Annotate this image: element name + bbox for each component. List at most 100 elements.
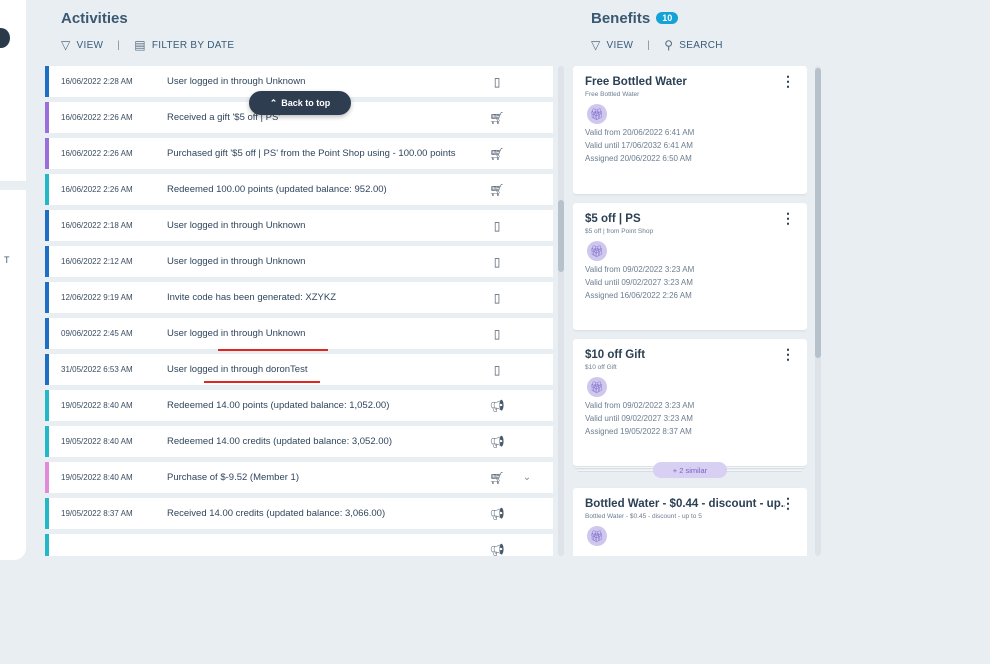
activity-row[interactable]: 16/06/2022 2:26 AM Redeemed 100.00 points… xyxy=(45,174,553,205)
megaphone-icon: 📢︎ xyxy=(489,506,505,521)
separator: | xyxy=(647,39,651,51)
activities-scrollbar[interactable] xyxy=(558,66,564,556)
activity-date: 19/05/2022 8:40 AM xyxy=(61,473,133,482)
benefit-subtitle: $10 off Gift xyxy=(585,364,617,371)
activity-row[interactable]: 19/05/2022 8:37 AM Received 14.00 credits… xyxy=(45,498,553,529)
activities-title: Activities xyxy=(61,10,128,27)
chevron-up-icon: ⌃ xyxy=(269,97,278,108)
benefit-assigned: Assigned 19/05/2022 8:37 AM xyxy=(585,427,692,436)
activity-date: 16/06/2022 2:18 AM xyxy=(61,221,133,230)
benefit-subtitle: $5 off | from Point Shop xyxy=(585,228,654,235)
activity-description: Received 14.00 credits (updated balance:… xyxy=(167,508,386,519)
activity-row[interactable]: 19/05/2022 8:40 AM Redeemed 14.00 points … xyxy=(45,390,553,421)
benefits-scrollbar-thumb[interactable] xyxy=(815,68,821,358)
activity-date: 16/06/2022 2:26 AM xyxy=(61,149,133,158)
benefit-valid-from: Valid from 09/02/2022 3:23 AM xyxy=(585,265,695,274)
benefit-card[interactable]: Bottled Water - $0.44 - discount - up...… xyxy=(573,488,807,556)
benefit-card[interactable]: $10 off Gift $10 off Gift 🎁︎ Valid from … xyxy=(573,339,807,466)
filter-icon[interactable]: ▽ xyxy=(61,38,71,52)
back-to-top-button[interactable]: ⌃ Back to top xyxy=(249,91,351,115)
benefit-card[interactable]: Free Bottled Water Free Bottled Water 🎁︎… xyxy=(573,66,807,194)
activity-description: User logged in through doronTest xyxy=(167,364,308,375)
activity-date: 19/05/2022 8:40 AM xyxy=(61,401,133,410)
phone-icon: ▯ xyxy=(493,74,501,89)
phone-icon: ▯ xyxy=(493,326,501,341)
view-button[interactable]: VIEW xyxy=(607,40,634,51)
separator: | xyxy=(117,39,121,51)
activities-toolbar: ▽ VIEW | ▤ FILTER BY DATE xyxy=(61,38,234,52)
cart-icon: 🛒︎ xyxy=(489,146,505,161)
activity-description: User logged in through Unknown xyxy=(167,328,306,339)
activities-scrollbar-thumb[interactable] xyxy=(558,200,564,272)
benefit-subtitle: Bottled Water - $0.45 - discount - up to… xyxy=(585,513,702,520)
activity-row[interactable]: 16/06/2022 2:26 AM Purchased gift '$5 off… xyxy=(45,138,553,169)
search-icon[interactable]: ⚲ xyxy=(664,38,673,52)
activity-row[interactable]: 09/06/2022 2:45 AM User logged in through… xyxy=(45,318,553,349)
annotation-underline xyxy=(204,381,320,383)
benefit-assigned: Assigned 16/06/2022 2:26 AM xyxy=(585,291,692,300)
benefit-valid-until: Valid until 09/02/2027 3:23 AM xyxy=(585,278,693,287)
phone-icon: ▯ xyxy=(493,218,501,233)
activity-description: Redeemed 14.00 credits (updated balance:… xyxy=(167,436,392,447)
phone-icon: ▯ xyxy=(493,362,501,377)
benefit-title: $5 off | PS xyxy=(585,213,641,225)
activity-description: Invite code has been generated: XZYKZ xyxy=(167,292,336,303)
more-options-icon[interactable]: ⋮ xyxy=(781,74,795,88)
more-options-icon[interactable]: ⋮ xyxy=(781,347,795,361)
annotation-underline xyxy=(218,349,328,351)
filter-icon[interactable]: ▽ xyxy=(591,38,601,52)
benefit-valid-until: Valid until 17/06/2032 6:41 AM xyxy=(585,141,693,150)
benefit-assigned: Assigned 20/06/2022 6:50 AM xyxy=(585,154,692,163)
left-panel-partial-text: T xyxy=(4,255,10,265)
activities-list[interactable]: 16/06/2022 2:28 AM User logged in through… xyxy=(45,66,553,556)
benefits-list[interactable]: Free Bottled Water Free Bottled Water 🎁︎… xyxy=(573,66,807,556)
divider xyxy=(0,181,26,190)
search-button[interactable]: SEARCH xyxy=(679,40,722,51)
gift-icon: 🎁︎ xyxy=(587,377,607,397)
activity-row[interactable]: 12/06/2022 9:19 AM Invite code has been g… xyxy=(45,282,553,313)
activity-date: 12/06/2022 9:19 AM xyxy=(61,293,133,302)
activity-row[interactable]: 19/05/2022 8:40 AM Purchase of $-9.52 (Me… xyxy=(45,462,553,493)
benefit-valid-from: Valid from 20/06/2022 6:41 AM xyxy=(585,128,695,137)
filter-by-date-button[interactable]: FILTER BY DATE xyxy=(152,40,235,51)
activity-description: User logged in through Unknown xyxy=(167,256,306,267)
activity-date: 16/06/2022 2:26 AM xyxy=(61,185,133,194)
benefits-title-text: Benefits xyxy=(591,10,651,27)
cart-icon: 🛒︎ xyxy=(489,182,505,197)
chevron-down-icon[interactable]: ⌄ xyxy=(512,472,542,483)
collapse-toggle-button[interactable] xyxy=(0,28,10,48)
more-options-icon[interactable]: ⋮ xyxy=(781,211,795,225)
phone-icon: ▯ xyxy=(493,254,501,269)
benefit-valid-from: Valid from 09/02/2022 3:23 AM xyxy=(585,401,695,410)
benefits-toolbar: ▽ VIEW | ⚲ SEARCH xyxy=(591,38,723,52)
benefit-subtitle: Free Bottled Water xyxy=(585,91,640,98)
view-button[interactable]: VIEW xyxy=(77,40,104,51)
activity-description: Redeemed 100.00 points (updated balance:… xyxy=(167,184,387,195)
activity-description: User logged in through Unknown xyxy=(167,220,306,231)
activity-date: 16/06/2022 2:28 AM xyxy=(61,77,133,86)
benefit-card[interactable]: $5 off | PS $5 off | from Point Shop 🎁︎ … xyxy=(573,203,807,330)
similar-benefits-button[interactable]: + 2 similar xyxy=(653,462,727,478)
benefit-title: $10 off Gift xyxy=(585,349,646,361)
activity-description: Redeemed 14.00 points (updated balance: … xyxy=(167,400,390,411)
activity-row[interactable]: 16/06/2022 2:12 AM User logged in through… xyxy=(45,246,553,277)
calendar-icon[interactable]: ▤ xyxy=(134,38,146,52)
gift-icon: 🎁︎ xyxy=(587,526,607,546)
activity-row[interactable]: 📢︎ xyxy=(45,534,553,556)
benefit-title: Bottled Water - $0.44 - discount - up... xyxy=(585,498,785,510)
activity-row[interactable]: 19/05/2022 8:40 AM Redeemed 14.00 credits… xyxy=(45,426,553,457)
activity-date: 09/06/2022 2:45 AM xyxy=(61,329,133,338)
activity-description: User logged in through Unknown xyxy=(167,76,306,87)
back-to-top-label: Back to top xyxy=(281,98,331,108)
activity-date: 31/05/2022 6:53 AM xyxy=(61,365,133,374)
more-options-icon[interactable]: ⋮ xyxy=(781,496,795,510)
activity-description: Purchased gift '$5 off | PS' from the Po… xyxy=(167,148,456,159)
activity-row[interactable]: 16/06/2022 2:18 AM User logged in through… xyxy=(45,210,553,241)
gift-icon: 🎁︎ xyxy=(587,104,607,124)
activity-description: Purchase of $-9.52 (Member 1) xyxy=(167,472,300,483)
megaphone-icon: 📢︎ xyxy=(489,398,505,413)
activity-date: 19/05/2022 8:40 AM xyxy=(61,437,133,446)
benefit-title: Free Bottled Water xyxy=(585,76,687,88)
benefits-title: Benefits 10 xyxy=(591,10,679,27)
activity-date: 16/06/2022 2:12 AM xyxy=(61,257,133,266)
